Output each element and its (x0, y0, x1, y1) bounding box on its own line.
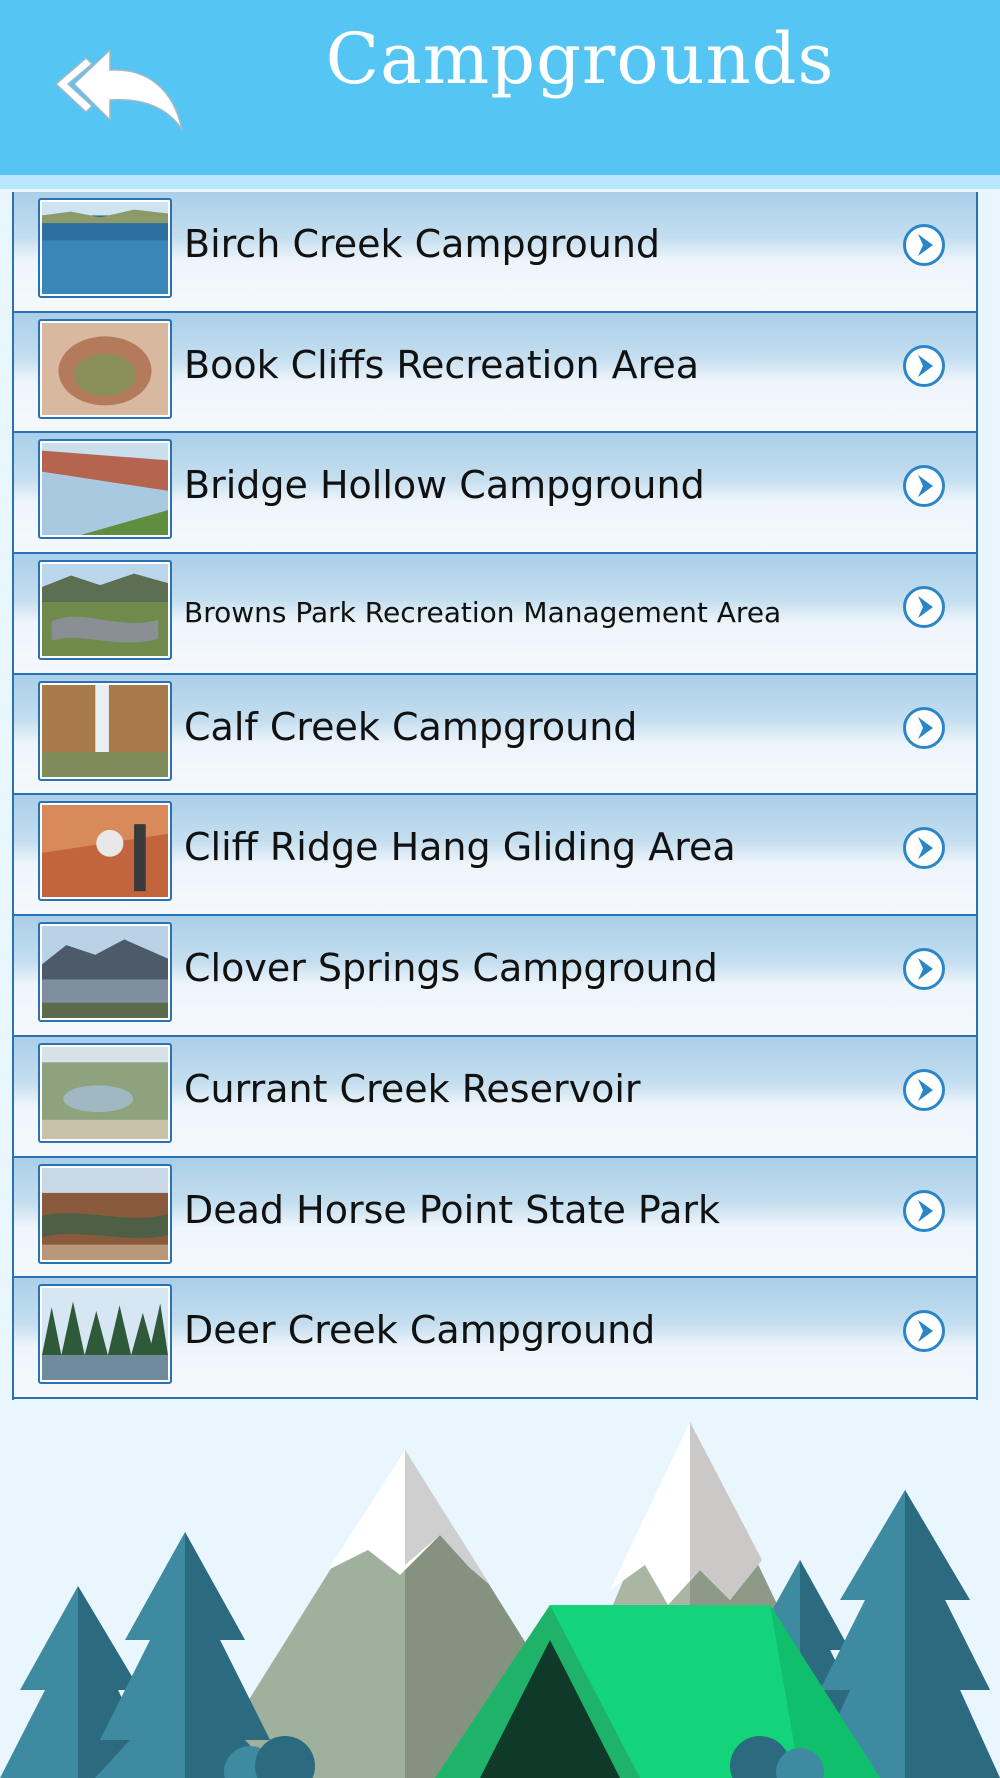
thumbnail-image (38, 1284, 172, 1385)
list-item[interactable]: Book Cliffs Recreation Area (14, 312, 976, 434)
chevron-right-circle-icon[interactable] (902, 585, 946, 629)
item-label: Birch Creek Campground (184, 222, 661, 266)
chevron-right-circle-icon[interactable] (902, 1189, 946, 1233)
item-label: Browns Park Recreation Management Area (184, 596, 782, 630)
thumbnail-image (38, 680, 172, 781)
thumbnail-image (38, 318, 172, 419)
item-label: Book Cliffs Recreation Area (184, 342, 700, 387)
thumbnail-image (38, 922, 172, 1023)
chevron-right-circle-icon[interactable] (902, 1068, 946, 1112)
list-item[interactable]: Birch Creek Campground (14, 192, 976, 313)
item-label: Currant Creek Reservoir (184, 1066, 641, 1111)
list-item[interactable]: Currant Creek Reservoir (14, 1036, 976, 1158)
mountains-trees-tent-illustration (0, 1422, 1000, 1778)
chevron-right-circle-icon[interactable] (902, 464, 946, 508)
list-item[interactable]: Browns Park Recreation Management Area (14, 554, 976, 675)
chevron-right-circle-icon[interactable] (902, 706, 946, 750)
thumbnail-image (38, 560, 172, 661)
chevron-right-circle-icon[interactable] (902, 223, 946, 267)
back-button[interactable] (52, 46, 192, 136)
thumbnail-image (38, 198, 172, 298)
double-back-arrow-icon (54, 48, 183, 131)
item-label: Dead Horse Point State Park (184, 1187, 721, 1232)
item-label: Deer Creek Campground (184, 1308, 656, 1353)
chevron-right-circle-icon[interactable] (902, 344, 946, 388)
list-item[interactable]: Cliff Ridge Hang Gliding Area (14, 795, 976, 917)
app-header: Campgrounds (0, 0, 1000, 175)
list-item[interactable]: Deer Creek Campground (14, 1278, 976, 1399)
chevron-right-circle-icon[interactable] (902, 826, 946, 870)
item-label: Clover Springs Campground (184, 946, 718, 991)
list-item[interactable]: Dead Horse Point State Park (14, 1157, 976, 1279)
list-item[interactable]: Bridge Hollow Campground (14, 433, 976, 555)
header-divider (0, 175, 1000, 189)
list-item[interactable]: Calf Creek Campground (14, 674, 976, 796)
item-label: Cliff Ridge Hang Gliding Area (184, 825, 736, 870)
item-label: Bridge Hollow Campground (184, 463, 705, 508)
thumbnail-image (38, 801, 172, 902)
campground-list[interactable]: Birch Creek Campground Book Cliffs Recre… (12, 192, 978, 1400)
thumbnail-image (38, 439, 172, 540)
chevron-right-circle-icon[interactable] (902, 1309, 946, 1353)
thumbnail-image (38, 1042, 172, 1143)
list-item[interactable]: Clover Springs Campground (14, 916, 976, 1037)
chevron-right-circle-icon[interactable] (902, 947, 946, 991)
page-title: Campgrounds (325, 18, 835, 100)
item-label: Calf Creek Campground (184, 704, 638, 749)
thumbnail-image (38, 1163, 172, 1264)
